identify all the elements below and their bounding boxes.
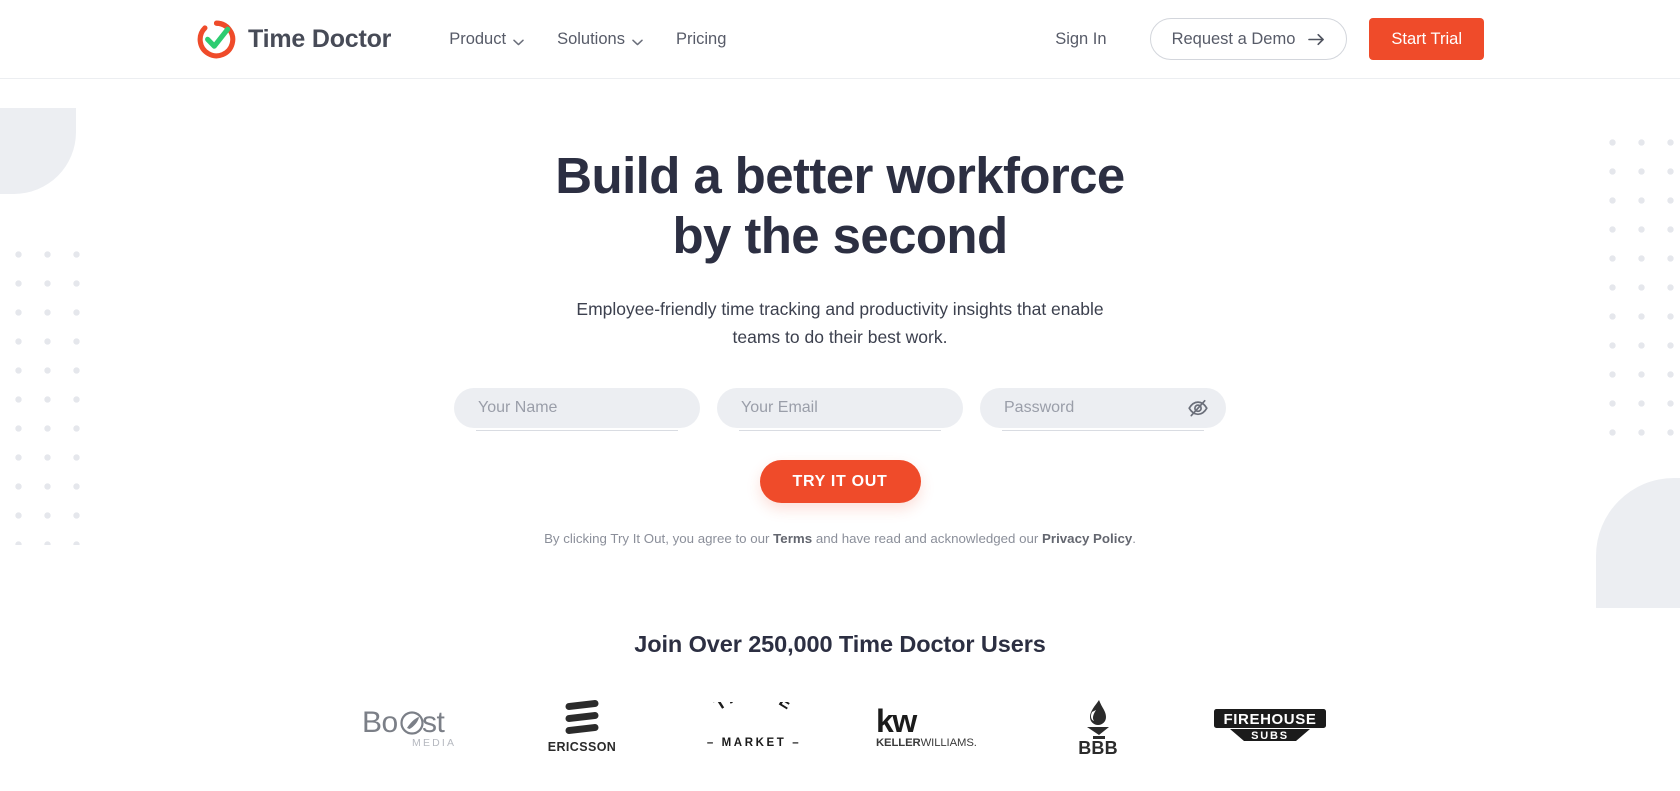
password-field[interactable] <box>980 388 1226 431</box>
start-trial-button[interactable]: Start Trial <box>1369 18 1484 60</box>
svg-text:FIREHOUSE: FIREHOUSE <box>1224 711 1317 728</box>
brand-name: Time Doctor <box>248 24 392 53</box>
social-proof-heading: Join Over 250,000 Time Doctor Users <box>634 631 1046 657</box>
legal-suffix: . <box>1132 531 1136 546</box>
try-it-out-button[interactable]: TRY IT OUT <box>759 460 921 503</box>
hero-heading-line-1: Build a better workforce <box>555 147 1125 204</box>
svg-text:SUBS: SUBS <box>1251 730 1289 742</box>
request-demo-label: Request a Demo <box>1171 29 1296 48</box>
thrive-market-logo: THRIVE – MARKET – <box>668 688 840 766</box>
sign-in-link[interactable]: Sign In <box>1055 30 1106 49</box>
header-actions: Sign In Request a Demo Start Trial <box>1055 18 1484 60</box>
bbb-logo: BBB <box>1012 688 1184 766</box>
hero-subheading: Employee-friendly time tracking and prod… <box>0 295 1680 351</box>
svg-text:– MARKET –: – MARKET – <box>707 737 801 749</box>
legal-middle: and have read and acknowledged our <box>815 531 1039 546</box>
signup-form <box>0 388 1680 431</box>
legal-disclaimer: By clicking Try It Out, you agree to our… <box>0 531 1680 546</box>
brand-logo-link[interactable]: Time Doctor <box>196 19 391 60</box>
eye-slash-icon <box>1187 397 1209 419</box>
page-title: Build a better workforce by the second <box>0 146 1680 266</box>
chevron-down-icon <box>632 37 643 45</box>
nav-item-product[interactable]: Product <box>449 30 524 49</box>
svg-text:ERICSSON: ERICSSON <box>548 740 617 754</box>
nav-item-product-label: Product <box>449 29 507 48</box>
legal-prefix: By clicking Try It Out, you agree to our <box>544 531 770 546</box>
hero-section: Build a better workforce by the second E… <box>0 79 1680 546</box>
keller-williams-logo: kw KELLERWILLIAMS. <box>840 688 1012 766</box>
main-navigation: Product Solutions Pricing <box>449 30 726 49</box>
chevron-down-icon <box>513 37 524 45</box>
nav-item-solutions-label: Solutions <box>557 29 625 48</box>
boost-media-logo: Bo st MEDIA <box>324 688 496 766</box>
nav-item-solutions[interactable]: Solutions <box>557 30 643 49</box>
nav-item-pricing[interactable]: Pricing <box>676 30 726 49</box>
landing-page: Time Doctor Product Solutions Pricing Si… <box>0 0 1680 791</box>
svg-text:THRIVE: THRIVE <box>711 702 797 714</box>
ericsson-logo: ERICSSON <box>496 688 668 766</box>
your-name-input[interactable] <box>454 388 700 428</box>
your-email-field[interactable] <box>717 388 963 431</box>
svg-text:MEDIA: MEDIA <box>412 737 456 749</box>
hero-subheading-line-1: Employee-friendly time tracking and prod… <box>576 299 1104 319</box>
client-logo-row: Bo st MEDIA ERICSSON T E – MARKET – kw K… <box>0 688 1680 766</box>
your-email-input[interactable] <box>717 388 963 428</box>
privacy-policy-link[interactable]: Privacy Policy <box>1042 531 1132 546</box>
social-proof-section: Join Over 250,000 Time Doctor Users Bo s… <box>0 631 1680 766</box>
hero-subheading-line-2: teams to do their best work. <box>732 327 948 347</box>
cta-container: TRY IT OUT <box>0 460 1680 503</box>
request-demo-button[interactable]: Request a Demo <box>1149 18 1348 60</box>
svg-text:BBB: BBB <box>1078 738 1118 756</box>
toggle-password-visibility-button[interactable] <box>1186 396 1210 420</box>
terms-link[interactable]: Terms <box>773 531 812 546</box>
arrow-right-icon <box>1308 33 1325 46</box>
nav-item-pricing-label: Pricing <box>675 29 727 48</box>
hero-heading-line-2: by the second <box>672 207 1008 264</box>
svg-text:kw: kw <box>876 703 917 739</box>
svg-text:st: st <box>422 706 446 739</box>
site-header: Time Doctor Product Solutions Pricing Si… <box>0 0 1680 79</box>
time-doctor-check-circle-icon <box>196 19 237 60</box>
svg-text:Bo: Bo <box>362 706 398 739</box>
your-name-field[interactable] <box>454 388 700 431</box>
firehouse-subs-logo: FIREHOUSE SUBS <box>1184 688 1356 766</box>
svg-text:KELLERWILLIAMS.: KELLERWILLIAMS. <box>876 737 977 749</box>
